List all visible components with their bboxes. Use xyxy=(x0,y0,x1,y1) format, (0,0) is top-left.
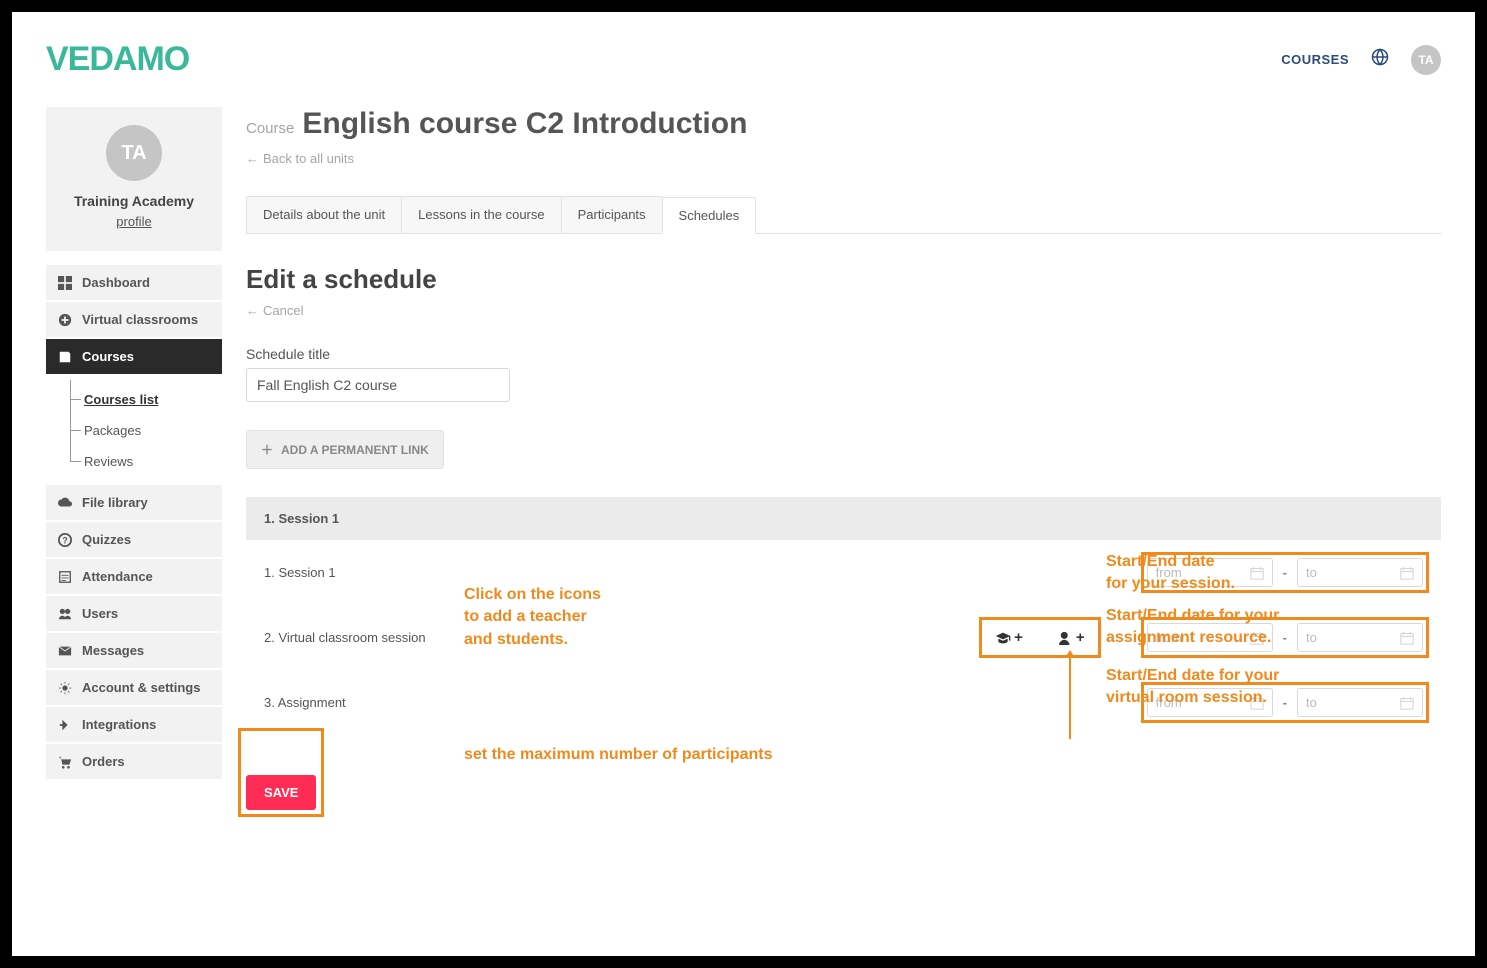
annotation-arrow xyxy=(1069,658,1071,739)
sidebar-item-users[interactable]: Users xyxy=(46,596,222,631)
sidebar-item-label: Users xyxy=(82,606,118,621)
avatar[interactable]: TA xyxy=(1411,45,1441,75)
svg-text:?: ? xyxy=(62,535,67,545)
to-date-input[interactable]: to xyxy=(1297,688,1423,717)
profile-link[interactable]: profile xyxy=(116,214,151,229)
sidebar-item-label: Integrations xyxy=(82,717,156,732)
back-link[interactable]: ← Back to all units xyxy=(246,151,354,166)
logo: VEDAMO xyxy=(46,40,189,79)
add-permanent-link-button[interactable]: ＋ ADD A PERMANENT LINK xyxy=(246,430,444,469)
tab-details[interactable]: Details about the unit xyxy=(246,196,402,233)
sidebar-item-account-settings[interactable]: Account & settings xyxy=(46,670,222,705)
globe-icon[interactable] xyxy=(1371,48,1389,71)
sidebar-item-orders[interactable]: Orders xyxy=(46,744,222,779)
cancel-link[interactable]: ← Cancel xyxy=(246,303,303,318)
annotation-icons-hint: Click on the icons to add a teacher and … xyxy=(464,584,601,651)
date-separator: - xyxy=(1281,695,1289,710)
user-icon xyxy=(1059,631,1073,645)
sidebar-sub-packages[interactable]: Packages xyxy=(70,415,222,446)
annotation-date-hint-3: Start/End date for your virtual room ses… xyxy=(1106,665,1279,710)
sidebar-item-messages[interactable]: Messages xyxy=(46,633,222,668)
sidebar-item-label: File library xyxy=(82,495,148,510)
sidebar-item-attendance[interactable]: Attendance xyxy=(46,559,222,594)
sidebar-item-label: Courses xyxy=(82,349,134,364)
tab-schedules[interactable]: Schedules xyxy=(662,197,757,234)
add-teacher-button[interactable]: + xyxy=(995,629,1023,646)
date-separator: - xyxy=(1281,630,1289,645)
back-link-label: Back to all units xyxy=(263,151,354,166)
add-student-button[interactable]: + xyxy=(1059,629,1085,646)
tab-lessons[interactable]: Lessons in the course xyxy=(401,196,561,233)
schedule-header: 1. Session 1 xyxy=(246,497,1441,540)
to-date-input[interactable]: to xyxy=(1297,558,1423,587)
sidebar-item-label: Attendance xyxy=(82,569,153,584)
schedule-title-input[interactable] xyxy=(246,368,510,402)
row-label-assignment: 3. Assignment xyxy=(264,695,444,710)
tab-participants[interactable]: Participants xyxy=(561,196,663,233)
sidebar-item-label: Orders xyxy=(82,754,125,769)
to-placeholder: to xyxy=(1306,630,1317,645)
back-arrow-icon: ← xyxy=(246,151,259,166)
sidebar-item-dashboard[interactable]: Dashboard xyxy=(46,265,222,300)
section-title: Edit a schedule xyxy=(246,264,1441,295)
nav-courses-link[interactable]: COURSES xyxy=(1281,52,1349,67)
plus-icon: + xyxy=(1014,629,1023,646)
sidebar-item-virtual-classrooms[interactable]: Virtual classrooms xyxy=(46,302,222,337)
sidebar-item-file-library[interactable]: File library xyxy=(46,485,222,520)
profile-box: TA Training Academy profile xyxy=(46,107,222,251)
sidebar-item-label: Dashboard xyxy=(82,275,150,290)
perm-link-label: ADD A PERMANENT LINK xyxy=(281,443,429,457)
calendar-icon xyxy=(1400,696,1414,710)
cancel-link-label: Cancel xyxy=(263,303,303,318)
row-label-virtual-classroom: 2. Virtual classroom session xyxy=(264,630,444,645)
plus-icon: + xyxy=(1076,629,1085,646)
page-title: English course C2 Introduction xyxy=(302,107,747,141)
sidebar-item-quizzes[interactable]: ? Quizzes xyxy=(46,522,222,557)
sidebar-item-courses[interactable]: Courses xyxy=(46,339,222,374)
calendar-icon xyxy=(1250,566,1264,580)
schedule-title-label: Schedule title xyxy=(246,346,1441,362)
graduation-cap-icon xyxy=(995,631,1011,645)
cancel-arrow-icon: ← xyxy=(246,303,259,318)
sidebar-item-label: Virtual classrooms xyxy=(82,312,198,327)
date-separator: - xyxy=(1281,565,1289,580)
sidebar-sub-reviews[interactable]: Reviews xyxy=(70,446,222,477)
to-date-input[interactable]: to xyxy=(1297,623,1423,652)
sidebar-sub-courses-list[interactable]: Courses list xyxy=(70,384,222,415)
course-prefix: Course xyxy=(246,120,294,137)
annotation-date-hint-2: Start/End date for your assignment resou… xyxy=(1106,605,1279,650)
calendar-icon xyxy=(1400,631,1414,645)
sidebar-item-label: Account & settings xyxy=(82,680,200,695)
plus-icon: ＋ xyxy=(261,441,273,458)
row-label-session1: 1. Session 1 xyxy=(264,565,444,580)
calendar-icon xyxy=(1400,566,1414,580)
to-placeholder: to xyxy=(1306,695,1317,710)
sidebar-item-label: Quizzes xyxy=(82,532,131,547)
to-placeholder: to xyxy=(1306,565,1317,580)
sidebar-item-integrations[interactable]: Integrations xyxy=(46,707,222,742)
profile-name: Training Academy xyxy=(56,193,212,209)
annotation-max-participants: set the maximum number of participants xyxy=(464,744,773,766)
sidebar-item-label: Messages xyxy=(82,643,144,658)
profile-avatar: TA xyxy=(106,125,162,181)
annotation-date-hint-1: Start/End date for your session. xyxy=(1106,551,1235,596)
save-button[interactable]: SAVE xyxy=(246,775,316,810)
annotation-arrow-head xyxy=(1065,650,1075,658)
